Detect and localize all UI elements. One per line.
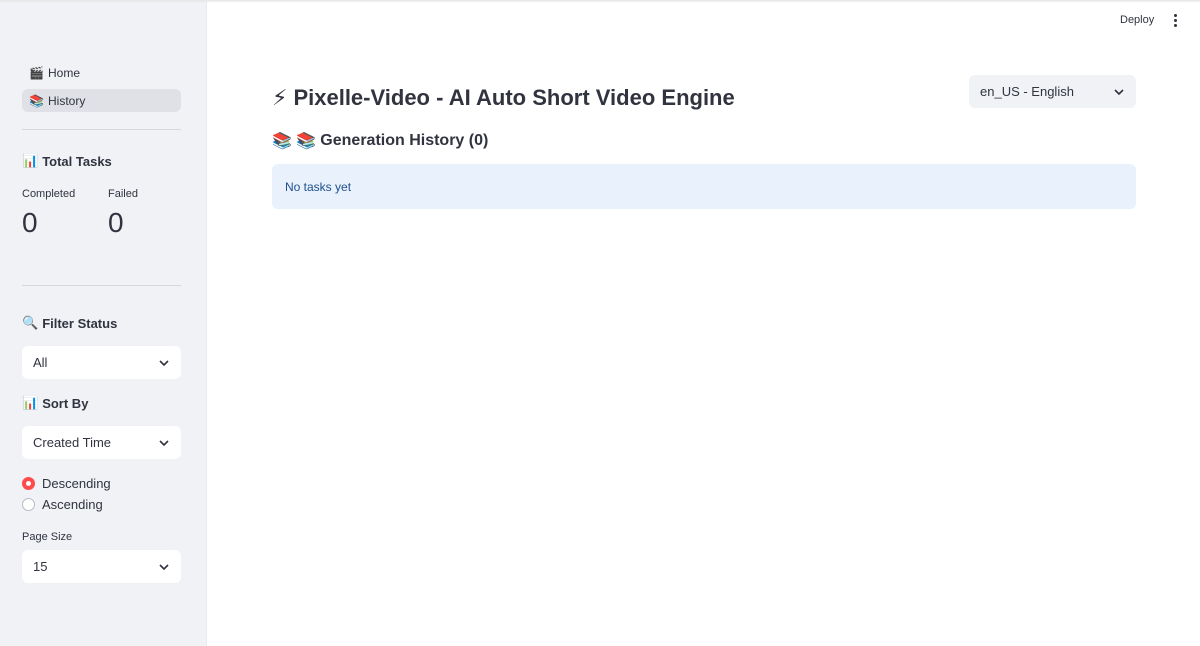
page-title: ⚡ Pixelle-Video - AI Auto Short Video En… — [272, 85, 735, 111]
sidebar: 🎬 Home 📚 History 📊 Total Tasks Completed… — [0, 0, 207, 646]
history-heading: 📚 📚 Generation History (0) — [272, 131, 488, 151]
page-title-text: Pixelle-Video - AI Auto Short Video Engi… — [293, 85, 735, 110]
filter-status-heading: 🔍 Filter Status — [22, 315, 118, 331]
sidebar-divider — [22, 129, 181, 130]
total-tasks-heading: 📊 Total Tasks — [22, 153, 112, 169]
sidebar-item-label: Home — [48, 65, 81, 80]
sidebar-item-history[interactable]: 📚 History — [22, 89, 181, 112]
sort-order-descending[interactable]: Descending — [22, 476, 111, 491]
page-size-value: 15 — [33, 559, 48, 574]
filter-status-select[interactable]: All — [22, 346, 181, 379]
sidebar-item-home[interactable]: 🎬 Home — [22, 61, 181, 84]
bar-chart-icon: 📊 — [22, 395, 39, 410]
sort-by-select[interactable]: Created Time — [22, 426, 181, 459]
top-shadow — [0, 0, 1200, 3]
lightning-icon: ⚡ — [272, 85, 288, 110]
chevron-down-icon — [159, 563, 169, 570]
empty-state-text: No tasks yet — [285, 179, 352, 194]
empty-state-alert: No tasks yet — [272, 164, 1136, 209]
filter-status-value: All — [33, 355, 48, 370]
sidebar-divider — [22, 285, 181, 286]
sort-by-heading: 📊 Sort By — [22, 395, 89, 411]
chevron-down-icon — [159, 439, 169, 446]
sidebar-item-label: History — [48, 93, 86, 108]
deploy-button[interactable]: Deploy — [1120, 14, 1154, 26]
sort-by-value: Created Time — [33, 435, 112, 450]
books-icon: 📚 📚 — [272, 133, 317, 150]
bar-chart-icon: 📊 — [22, 153, 39, 168]
page-size-label: Page Size — [22, 531, 73, 543]
history-heading-text: Generation History (0) — [320, 132, 489, 149]
failed-value: 0 — [108, 207, 124, 238]
sort-order-ascending[interactable]: Ascending — [22, 497, 103, 512]
radio-unchecked-icon[interactable] — [22, 498, 35, 511]
magnifier-icon: 🔍 — [22, 315, 39, 330]
more-options-icon[interactable] — [1171, 13, 1179, 29]
language-value: en_US - English — [980, 84, 1074, 99]
page-size-select[interactable]: 15 — [22, 550, 181, 583]
books-icon: 📚 — [29, 93, 44, 108]
radio-checked-icon[interactable] — [22, 477, 35, 490]
sidebar-nav: 🎬 Home 📚 History — [22, 61, 181, 117]
chevron-down-icon — [1114, 88, 1124, 95]
language-select[interactable]: en_US - English — [969, 75, 1136, 108]
completed-value: 0 — [22, 207, 38, 238]
chevron-down-icon — [159, 359, 169, 366]
app-root: 🎬 Home 📚 History 📊 Total Tasks Completed… — [0, 0, 1200, 646]
clapper-icon: 🎬 — [29, 65, 44, 80]
completed-label: Completed — [22, 188, 76, 200]
failed-label: Failed — [108, 188, 138, 200]
